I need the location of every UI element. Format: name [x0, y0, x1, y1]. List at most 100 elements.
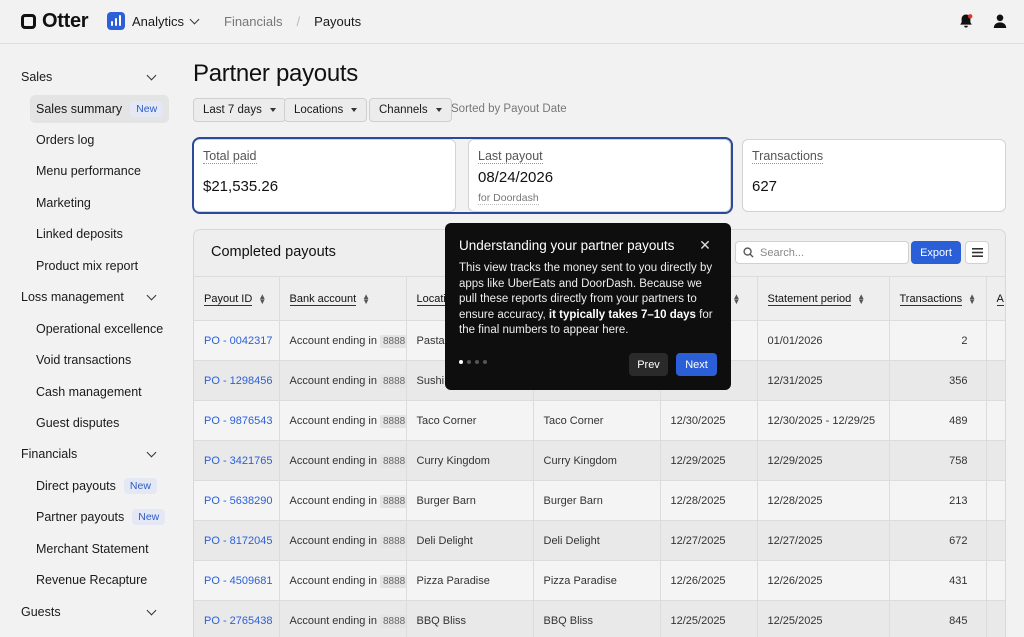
- transactions-cell: 489: [889, 400, 987, 441]
- amount-cell: [986, 360, 1005, 401]
- tour-step-dot[interactable]: [475, 360, 479, 364]
- app-switcher-label: Analytics: [132, 13, 185, 29]
- sidebar-item-menu-performance[interactable]: Menu performance: [30, 157, 147, 185]
- statement-period-cell: 01/01/2026: [757, 320, 890, 361]
- close-icon[interactable]: ✕: [698, 237, 712, 254]
- chevron-down-icon: [146, 605, 157, 616]
- location-cell: Taco Corner: [406, 400, 534, 441]
- account-mask: 8888: [379, 534, 405, 548]
- breadcrumb-separator: /: [296, 14, 301, 29]
- amount-cell: [986, 320, 1005, 361]
- col-header-transactions[interactable]: Transactions ▲ ▼: [889, 276, 987, 321]
- sidebar-item-operational-excellence[interactable]: Operational excellence: [30, 315, 169, 343]
- filter-label: Channels: [379, 104, 428, 116]
- table-row[interactable]: PO - 3421765 Account ending in 8888 Curry K…: [194, 440, 1005, 481]
- bank-account-cell: Account ending in 8888: [279, 600, 407, 637]
- sidebar-item-cash-management[interactable]: Cash management: [30, 378, 148, 406]
- sidebar-item-label: Direct payouts: [36, 479, 116, 493]
- col-header-payout-id[interactable]: Payout ID ▲ ▼: [194, 276, 280, 321]
- account-mask: 8888: [379, 614, 405, 628]
- col-header-amount[interactable]: A: [986, 276, 1005, 321]
- new-badge: New: [123, 478, 157, 494]
- bank-account-cell: Account ending in 8888: [279, 440, 407, 481]
- sidebar-item-direct-payouts[interactable]: Direct payouts New: [30, 472, 163, 500]
- sidebar-item-merchant-statement[interactable]: Merchant Statement: [30, 535, 155, 563]
- transactions-card[interactable]: Transactions 627: [742, 139, 1006, 212]
- locations-filter[interactable]: Locations: [284, 98, 368, 122]
- col-header-bank-account[interactable]: Bank account ▲ ▼: [279, 276, 407, 321]
- app-switcher[interactable]: Analytics: [107, 12, 200, 30]
- tour-prev-button[interactable]: Prev: [629, 353, 668, 376]
- sidebar-item-partner-payouts[interactable]: Partner payouts New: [30, 503, 171, 531]
- user-icon[interactable]: [992, 13, 1008, 29]
- statement-period-cell: 12/27/2025: [757, 520, 890, 561]
- export-button[interactable]: Export: [911, 241, 961, 264]
- sidebar-item-sales-summary[interactable]: Sales summary New: [30, 95, 170, 123]
- payout-id-link[interactable]: PO - 3421765: [194, 440, 280, 481]
- tour-title: Understanding your partner payouts: [459, 238, 675, 253]
- card-value: $21,535.26: [203, 178, 279, 195]
- sidebar-section-financials[interactable]: Financials: [21, 444, 161, 464]
- date-range-filter[interactable]: Last 7 days: [193, 98, 286, 122]
- otter-logo[interactable]: Otter: [21, 10, 89, 33]
- tour-step-dots: [459, 360, 487, 364]
- chevron-down-icon: [146, 447, 157, 458]
- payout-id-link[interactable]: PO - 2765438: [194, 600, 280, 637]
- bank-account-cell: Account ending in 8888: [279, 360, 407, 401]
- transactions-cell: 356: [889, 360, 987, 401]
- card-label: Transactions: [752, 149, 824, 164]
- amount-cell: [986, 600, 1005, 637]
- sidebar-item-label: Orders log: [36, 133, 95, 147]
- sidebar-item-linked-deposits[interactable]: Linked deposits: [30, 220, 129, 248]
- tour-step-dot[interactable]: [483, 360, 487, 364]
- tour-step-dot[interactable]: [459, 360, 463, 364]
- amount-cell: [986, 400, 1005, 441]
- chevron-down-icon: [189, 14, 200, 25]
- sidebar-item-guest-disputes[interactable]: Guest disputes: [30, 409, 125, 437]
- col-header-statement-period[interactable]: Statement period ▲ ▼: [757, 276, 890, 321]
- sidebar-item-orders-log[interactable]: Orders log: [30, 126, 100, 154]
- payout-id-link[interactable]: PO - 9876543: [194, 400, 280, 441]
- tour-next-button[interactable]: Next: [676, 353, 717, 376]
- table-row[interactable]: PO - 5638290 Account ending in 8888 Burger …: [194, 480, 1005, 521]
- store-cell: Burger Barn: [533, 480, 661, 521]
- last-payout-card[interactable]: Last payout 08/24/2026 for Doordash: [468, 139, 731, 212]
- store-cell: Taco Corner: [533, 400, 661, 441]
- payout-id-link[interactable]: PO - 5638290: [194, 480, 280, 521]
- sidebar-section-sales[interactable]: Sales: [21, 67, 161, 87]
- card-value: 08/24/2026: [478, 169, 554, 186]
- payout-id-link[interactable]: PO - 0042317: [194, 320, 280, 361]
- table-row[interactable]: PO - 4509681 Account ending in 8888 Pizza P…: [194, 560, 1005, 601]
- breadcrumb-financials[interactable]: Financials: [224, 14, 283, 29]
- account-mask: 8888: [379, 334, 405, 348]
- sidebar-section-guests[interactable]: Guests: [21, 602, 161, 622]
- table-row[interactable]: PO - 2765438 Account ending in 8888 BBQ Bli…: [194, 600, 1005, 637]
- card-label: Total paid: [203, 149, 257, 164]
- sidebar-item-label: Revenue Recapture: [36, 573, 148, 587]
- sidebar-item-product-mix-report[interactable]: Product mix report: [30, 252, 144, 280]
- sidebar-item-marketing[interactable]: Marketing: [30, 189, 97, 217]
- bell-icon[interactable]: [958, 13, 974, 29]
- sidebar-item-void-transactions[interactable]: Void transactions: [30, 346, 137, 374]
- chevron-down-icon: [146, 70, 157, 81]
- column-menu-button[interactable]: [965, 241, 989, 264]
- total-paid-card[interactable]: Total paid $21,535.26: [193, 139, 456, 212]
- payout-id-link[interactable]: PO - 8172045: [194, 520, 280, 561]
- search-input[interactable]: [760, 246, 900, 259]
- panel-title: Completed payouts: [211, 244, 336, 260]
- store-cell: Curry Kingdom: [533, 440, 661, 481]
- store-cell: Pizza Paradise: [533, 560, 661, 601]
- filter-label: Last 7 days: [203, 104, 262, 116]
- payout-id-link[interactable]: PO - 1298456: [194, 360, 280, 401]
- table-row[interactable]: PO - 8172045 Account ending in 8888 Deli De…: [194, 520, 1005, 561]
- amount-cell: [986, 560, 1005, 601]
- search-box[interactable]: [735, 241, 909, 264]
- tour-step-dot[interactable]: [467, 360, 471, 364]
- channels-filter[interactable]: Channels: [369, 98, 452, 122]
- payout-date-cell: 12/27/2025: [660, 520, 758, 561]
- table-row[interactable]: PO - 9876543 Account ending in 8888 Taco Co…: [194, 400, 1005, 441]
- sidebar-section-label: Sales: [21, 70, 53, 84]
- sidebar-item-revenue-recapture[interactable]: Revenue Recapture: [30, 566, 153, 594]
- payout-id-link[interactable]: PO - 4509681: [194, 560, 280, 601]
- sidebar-section-loss-management[interactable]: Loss management: [21, 287, 161, 307]
